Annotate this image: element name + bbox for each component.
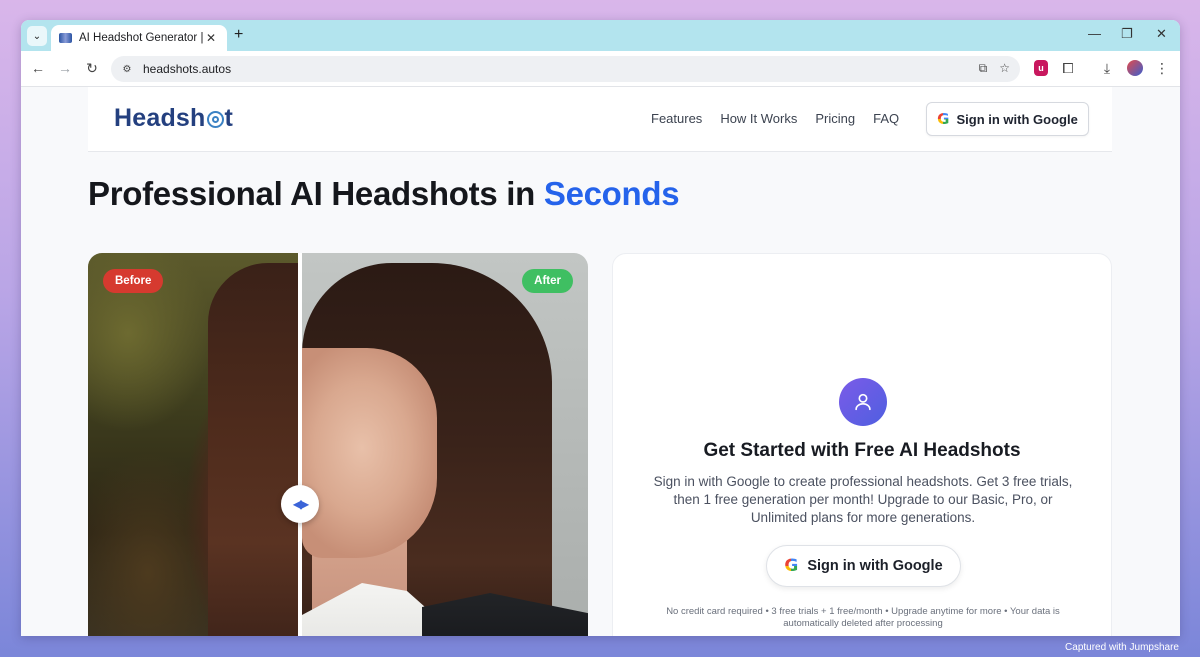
hero-title: Professional AI Headshots in Seconds [88,175,680,213]
google-icon: G [784,556,799,576]
favicon-icon [59,33,72,43]
after-badge: After [522,269,573,293]
site-header: Headsh t Features How It Works Pricing FA… [88,87,1112,152]
before-badge: Before [103,269,164,293]
slider-handle-icon[interactable]: ◀▶ [281,485,319,523]
page-content: Headsh t Features How It Works Pricing FA… [21,87,1180,636]
url-text: headshots.autos [143,62,232,76]
hero-title-main: Professional AI Headshots in [88,175,544,212]
extensions-puzzle-icon[interactable]: ⧠ [1059,60,1077,77]
new-tab-icon[interactable]: + [234,26,243,44]
profile-avatar-icon[interactable] [1127,60,1143,76]
menu-kebab-icon[interactable]: ⋮ [1153,60,1171,77]
header-google-signin-button[interactable]: G Sign in with Google [926,102,1089,136]
nav-how-it-works[interactable]: How It Works [720,111,797,126]
after-image [302,253,588,636]
nav-features[interactable]: Features [651,111,702,126]
main-nav: Features How It Works Pricing FAQ [651,111,917,126]
get-started-note: No credit card required • 3 free trials … [666,606,1060,629]
tab-search-icon[interactable]: ⌄ [27,26,47,46]
site-logo[interactable]: Headsh t [114,104,233,133]
before-image [88,253,308,636]
slider-divider[interactable] [298,253,302,636]
card-google-signin-button[interactable]: G Sign in with Google [766,545,961,587]
restore-icon[interactable]: ❐ [1121,26,1133,42]
before-after-slider[interactable]: ◀▶ Before After [88,253,588,636]
minimize-icon[interactable]: — [1088,26,1101,41]
card-signin-label: Sign in with Google [807,558,943,574]
site-info-icon[interactable]: ⚙ [119,64,135,75]
back-icon[interactable]: ← [29,60,47,76]
nav-faq[interactable]: FAQ [873,111,899,126]
extension-shield-icon[interactable]: u [1034,60,1048,76]
capture-watermark: Captured with Jumpshare [1065,642,1179,653]
get-started-card: Get Started with Free AI Headshots Sign … [612,253,1112,636]
header-signin-label: Sign in with Google [956,111,1078,127]
browser-window: ⌄ AI Headshot Generator | Free Tr ✕ + — … [21,20,1180,636]
forward-icon[interactable]: → [56,60,74,76]
reload-icon[interactable]: ↻ [83,60,101,77]
get-started-title: Get Started with Free AI Headshots [703,440,1021,461]
address-bar[interactable]: ⚙ headshots.autos ⧉ ☆ [111,56,1020,82]
hero-title-accent: Seconds [543,175,680,212]
tab-active[interactable]: AI Headshot Generator | Free Tr ✕ [51,25,227,51]
nav-pricing[interactable]: Pricing [815,111,855,126]
get-started-description: Sign in with Google to create profession… [653,474,1073,525]
install-app-icon[interactable]: ⧉ [979,61,988,76]
logo-text-end: t [224,104,234,132]
window-close-icon[interactable]: ✕ [1156,26,1167,42]
logo-text-start: Headsh [114,104,206,132]
tab-close-icon[interactable]: ✕ [203,31,219,45]
user-icon [839,378,887,426]
download-icon[interactable]: ⤓ [1098,60,1116,77]
bookmark-star-icon[interactable]: ☆ [999,61,1010,76]
google-icon: G [937,110,950,128]
tab-title: AI Headshot Generator | Free Tr [79,32,203,44]
browser-toolbar: ← → ↻ ⚙ headshots.autos ⧉ ☆ u ⧠ ⤓ ⋮ [21,51,1180,87]
tab-strip: ⌄ AI Headshot Generator | Free Tr ✕ + — … [21,20,1180,51]
logo-target-icon [206,111,224,128]
